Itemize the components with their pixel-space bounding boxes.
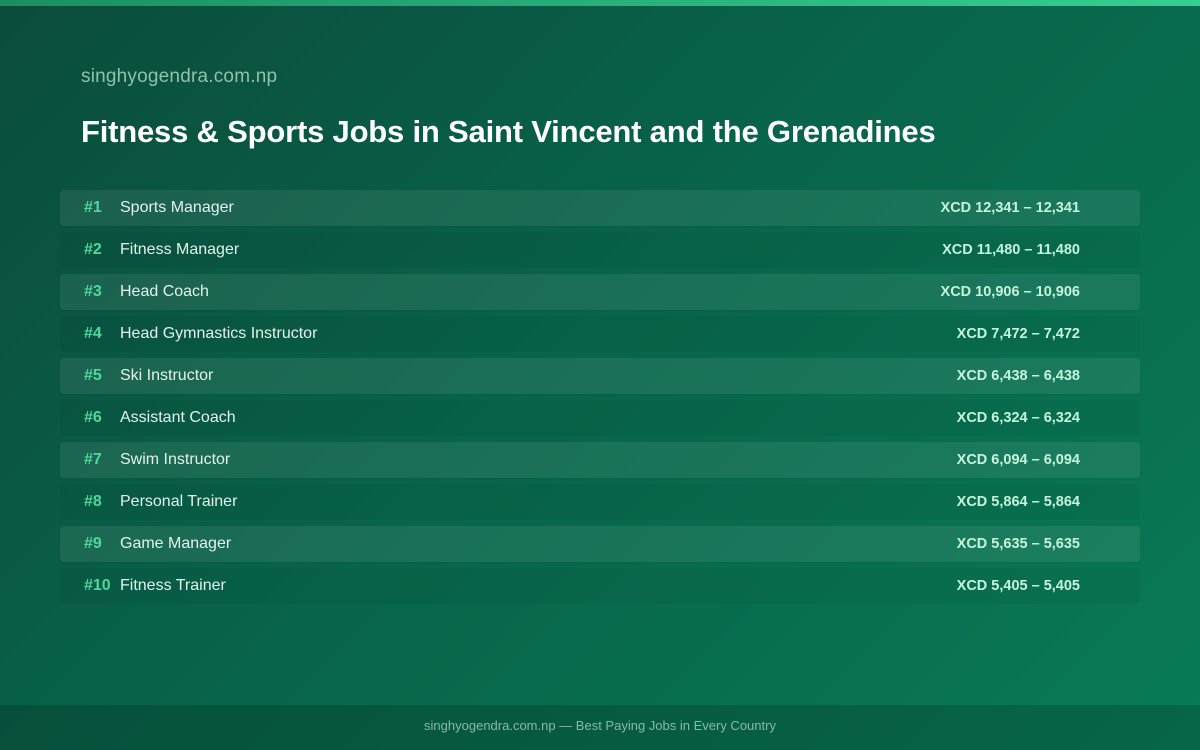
job-row: #7 Swim Instructor XCD 6,094 – 6,094 <box>60 442 1140 478</box>
job-row: #5 Ski Instructor XCD 6,438 – 6,438 <box>60 358 1140 394</box>
job-rank: #4 <box>84 325 102 342</box>
job-rank: #2 <box>84 241 102 258</box>
job-title: Fitness Trainer <box>120 577 226 594</box>
job-title: Head Coach <box>120 283 209 300</box>
job-title: Head Gymnastics Instructor <box>120 325 318 342</box>
job-rank: #7 <box>84 451 102 468</box>
job-title: Fitness Manager <box>120 241 240 258</box>
job-rank: #3 <box>84 283 102 300</box>
job-title: Assistant Coach <box>120 409 236 426</box>
job-title: Game Manager <box>120 535 232 552</box>
job-row: #6 Assistant Coach XCD 6,324 – 6,324 <box>60 400 1140 436</box>
job-row: #1 Sports Manager XCD 12,341 – 12,341 <box>60 190 1140 226</box>
job-title: Personal Trainer <box>120 493 238 510</box>
job-salary: XCD 10,906 – 10,906 <box>940 284 1080 300</box>
job-row: #4 Head Gymnastics Instructor XCD 7,472 … <box>60 316 1140 352</box>
job-list: #1 Sports Manager XCD 12,341 – 12,341 #2… <box>60 190 1140 610</box>
footer-text: singhyogendra.com.np — Best Paying Jobs … <box>424 718 776 733</box>
job-rank: #8 <box>84 493 102 510</box>
job-salary: XCD 6,324 – 6,324 <box>956 410 1080 426</box>
job-salary: XCD 5,864 – 5,864 <box>956 494 1080 510</box>
job-rank: #10 <box>84 577 111 594</box>
footer-bar: singhyogendra.com.np — Best Paying Jobs … <box>0 705 1200 750</box>
job-salary: XCD 5,635 – 5,635 <box>956 536 1080 552</box>
page-title: Fitness & Sports Jobs in Saint Vincent a… <box>81 114 936 149</box>
job-row: #9 Game Manager XCD 5,635 – 5,635 <box>60 526 1140 562</box>
job-rank: #5 <box>84 367 102 384</box>
site-name: singhyogendra.com.np <box>81 66 278 87</box>
job-salary: XCD 6,094 – 6,094 <box>956 452 1080 468</box>
job-row: #2 Fitness Manager XCD 11,480 – 11,480 <box>60 232 1140 268</box>
job-salary: XCD 11,480 – 11,480 <box>942 242 1080 258</box>
job-title: Swim Instructor <box>120 451 231 468</box>
job-salary: XCD 5,405 – 5,405 <box>956 578 1080 594</box>
job-row: #8 Personal Trainer XCD 5,864 – 5,864 <box>60 484 1140 520</box>
top-accent-bar <box>0 0 1200 6</box>
job-title: Ski Instructor <box>120 367 214 384</box>
job-salary: XCD 7,472 – 7,472 <box>956 326 1080 342</box>
job-rank: #6 <box>84 409 102 426</box>
job-row: #10 Fitness Trainer XCD 5,405 – 5,405 <box>60 568 1140 604</box>
job-salary: XCD 6,438 – 6,438 <box>956 368 1080 384</box>
job-salary: XCD 12,341 – 12,341 <box>940 200 1080 216</box>
job-rank: #9 <box>84 535 102 552</box>
job-rank: #1 <box>84 199 102 216</box>
job-title: Sports Manager <box>120 199 234 216</box>
job-row: #3 Head Coach XCD 10,906 – 10,906 <box>60 274 1140 310</box>
